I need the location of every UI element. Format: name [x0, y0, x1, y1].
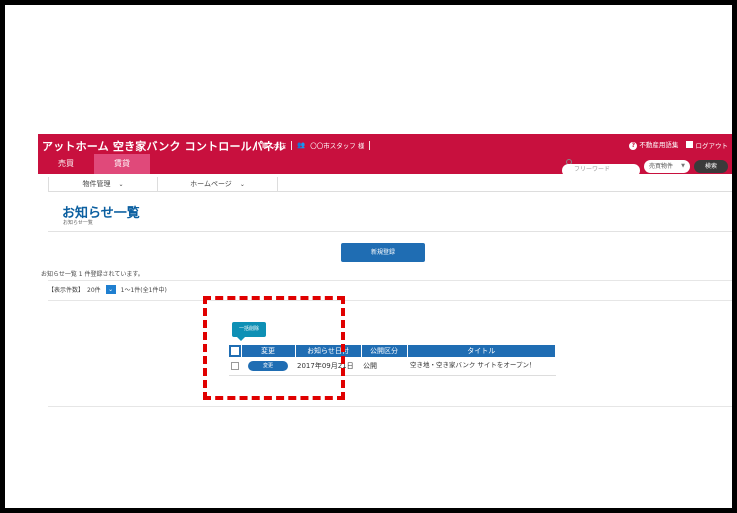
chevron-down-icon: ⌄ — [239, 181, 245, 188]
title-cell: 空き地・空き家バンク サイトをオープン！ — [407, 357, 556, 376]
col-title: タイトル — [407, 345, 556, 357]
range-text: 1～1件(全1件中) — [120, 287, 167, 294]
divider — [48, 280, 732, 281]
help-icon: ? — [629, 142, 638, 150]
header-bar: アットホーム 空き家バンク コントロールパネル ▦ 本店 👥 〇〇市スタッフ 様… — [38, 134, 732, 177]
mode-tabs: 売買 賃貸 — [38, 154, 150, 174]
logout-label: ログアウト — [695, 141, 729, 150]
new-register-button[interactable]: 新規登録 — [341, 243, 425, 262]
record-count: お知らせ一覧 1 件登録されています。 — [41, 271, 144, 278]
logout-link[interactable]: ログアウト — [686, 140, 728, 150]
tab-sale[interactable]: 売買 — [38, 154, 94, 174]
building-icon: ▦ — [262, 141, 269, 149]
status-cell: 公開 — [361, 357, 407, 376]
users-icon: 👥 — [297, 141, 306, 149]
divider — [291, 140, 293, 150]
divider — [48, 406, 732, 407]
tab-rent[interactable]: 賃貸 — [94, 154, 150, 174]
help-label: 不動産用語集 — [639, 141, 679, 149]
subnav-label: 物件管理 — [82, 180, 111, 188]
perpage-select[interactable]: 20件 — [87, 285, 101, 294]
help-link[interactable]: ? 不動産用語集 — [629, 139, 678, 150]
search-input[interactable] — [562, 163, 640, 177]
sub-nav: 物件管理 ⌄ ホームページ ⌄ — [48, 177, 732, 192]
chevron-down-icon: ⌄ — [118, 181, 124, 188]
chevron-down-icon[interactable]: ⌄ — [105, 285, 116, 294]
subnav-item-property[interactable]: 物件管理 ⌄ — [48, 177, 158, 192]
search-type-select[interactable]: 売買物件 ▼ — [644, 159, 690, 173]
header-actions: ? 不動産用語集 ログアウト — [629, 139, 728, 150]
divider — [48, 300, 732, 301]
perpage-label: 【表示件数】 — [48, 287, 85, 294]
annotation-highlight — [203, 296, 345, 400]
logout-icon — [686, 140, 694, 148]
user-link[interactable]: 〇〇市スタッフ 様 — [310, 140, 364, 150]
chevron-down-icon: ▼ — [681, 162, 685, 169]
subnav-item-homepage[interactable]: ホームページ ⌄ — [158, 177, 278, 192]
divider — [369, 140, 371, 150]
divider — [256, 140, 257, 150]
search-box — [562, 156, 640, 177]
search-type-value: 売買物件 — [649, 162, 674, 170]
pagination-info: 【表示件数】 20件 ⌄ 1～1件(全1件中) — [48, 285, 167, 294]
divider — [48, 231, 732, 232]
breadcrumb: お知らせ一覧 — [63, 220, 93, 226]
screen: アットホーム 空き家バンク コントロールパネル ▦ 本店 👥 〇〇市スタッフ 様… — [5, 5, 732, 508]
app-title: アットホーム 空き家バンク コントロールパネル — [42, 140, 286, 153]
office-link[interactable]: 本店 — [273, 140, 286, 150]
col-status: 公開区分 — [361, 345, 408, 357]
search-button[interactable]: 検索 — [694, 159, 728, 173]
search-area: 売買物件 ▼ 検索 — [562, 156, 728, 177]
subnav-label: ホームページ — [190, 180, 232, 188]
top-nav: ▦ 本店 👥 〇〇市スタッフ 様 — [256, 140, 371, 150]
